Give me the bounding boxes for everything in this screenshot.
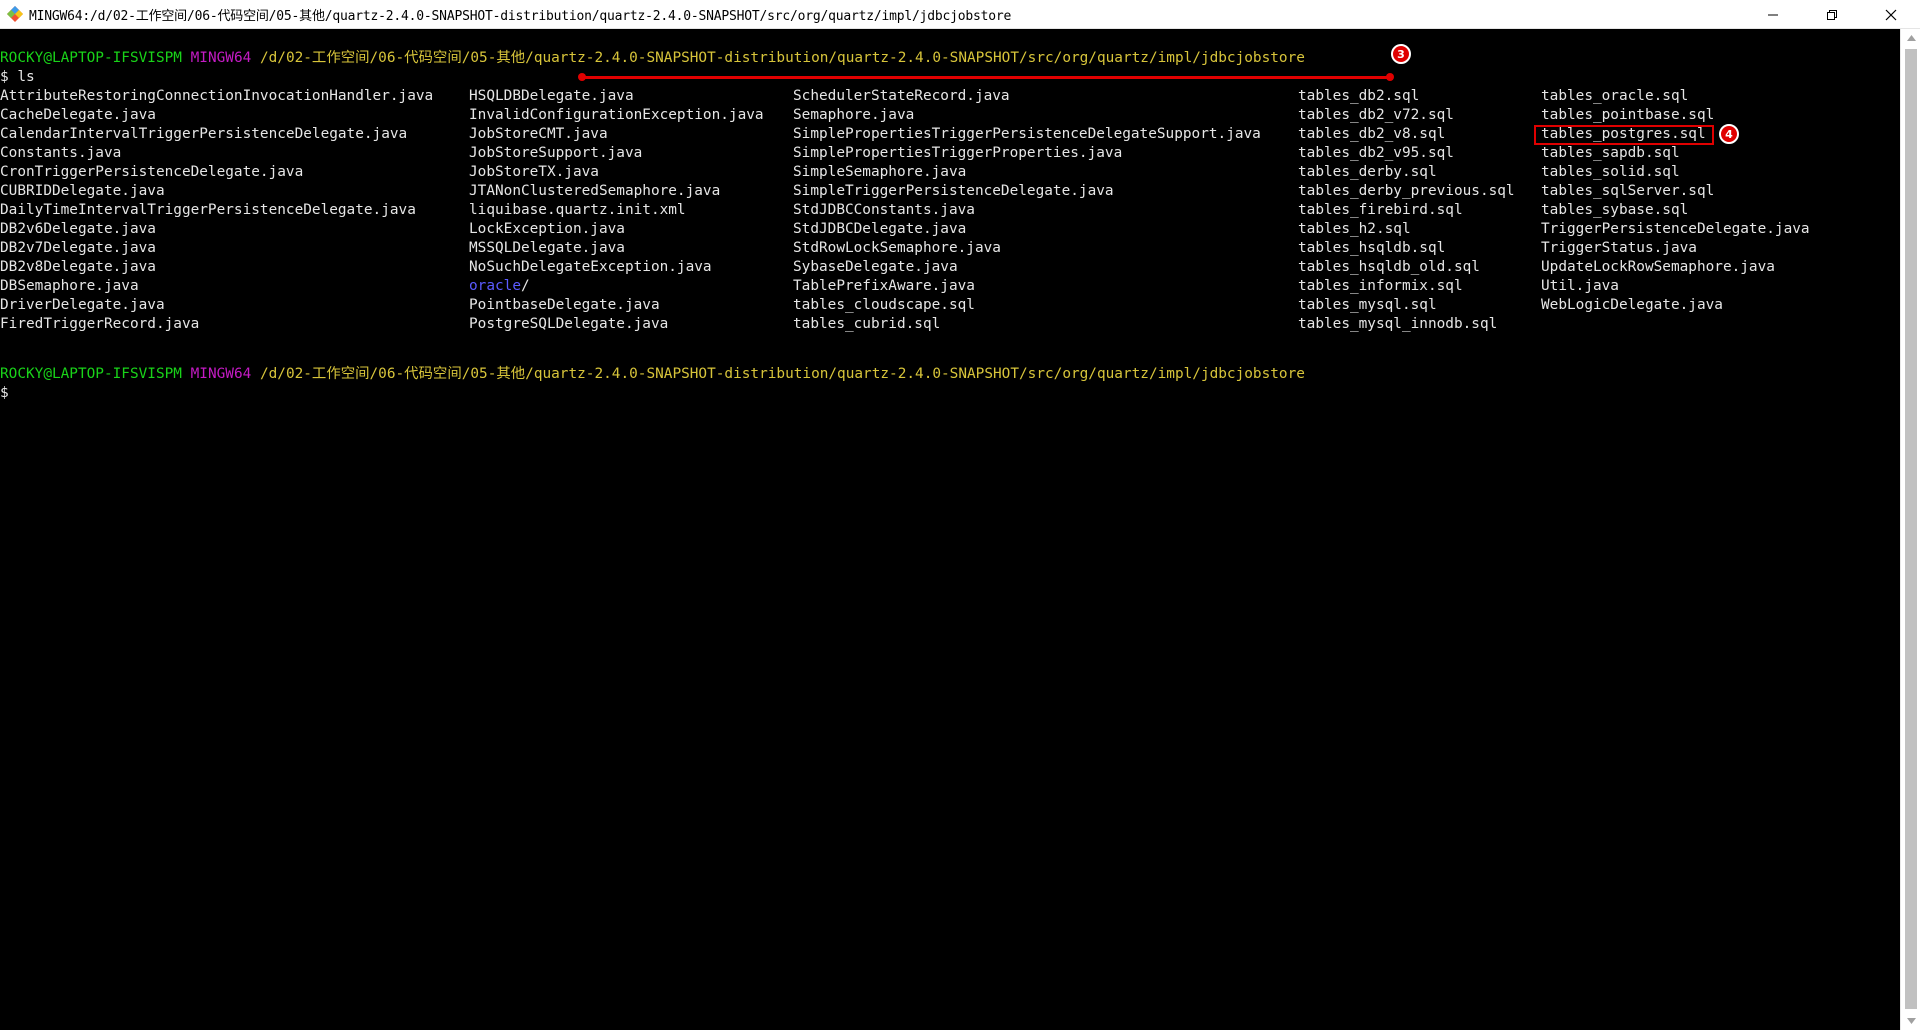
ls-file-entry: liquibase.quartz.init.xml [469,202,686,218]
ls-file-entry: tables_hsqldb_old.sql [1298,259,1480,275]
ls-file-entry: tables_derby_previous.sql [1298,183,1515,199]
prompt-path: /d/02-工作空间/06-代码空间/05-其他/quartz-2.4.0-SN… [259,366,1305,382]
minimize-button[interactable] [1743,0,1802,29]
ls-file-entry: tables_firebird.sql [1298,202,1463,218]
cursor-line[interactable]: $ [0,384,1900,403]
ls-file-entry: NoSuchDelegateException.java [469,259,712,275]
ls-file-entry: HSQLDBDelegate.java [469,88,634,104]
ls-file-entry: tables_h2.sql [1298,221,1411,237]
restore-icon [1826,9,1837,20]
ls-directory-entry: oracle/ [469,278,530,294]
ls-file-entry: JobStoreTX.java [469,164,599,180]
ls-file-entry: tables_pointbase.sql [1541,107,1715,123]
prompt-line-1: ROCKY@LAPTOP-IFSVISPM MINGW64 /d/02-工作空间… [0,49,1900,68]
ls-file-entry: PostgreSQLDelegate.java [469,316,669,332]
annotation-badge-4: 4 [1719,124,1739,144]
ls-file-entry: StdJDBCConstants.java [793,202,975,218]
ls-column-1: AttributeRestoringConnectionInvocationHa… [0,87,433,334]
ls-file-entry: TriggerStatus.java [1541,240,1697,256]
terminal-area[interactable]: ROCKY@LAPTOP-IFSVISPM MINGW64 /d/02-工作空间… [0,29,1900,1030]
ls-file-entry: SimpleTriggerPersistenceDelegate.java [793,183,1114,199]
ls-file-entry: CronTriggerPersistenceDelegate.java [0,164,304,180]
ls-column-3: SchedulerStateRecord.java Semaphore.java S… [793,87,1261,334]
ls-file-entry: tables_informix.sql [1298,278,1463,294]
prompt-shell: MINGW64 [190,366,252,382]
ls-file-entry: Constants.java [0,145,122,161]
ls-file-entry: InvalidConfigurationException.java [469,107,764,123]
ls-column-2: HSQLDBDelegate.java InvalidConfigurationE… [469,87,764,334]
prompt-user: ROCKY@LAPTOP-IFSVISPM [0,366,182,382]
ls-file-entry: tables_sapdb.sql [1541,145,1680,161]
path-underline-annotation [582,76,1391,79]
ls-file-entry: DB2v7Delegate.java [0,240,156,256]
path-underline-start-dot [578,73,586,81]
ls-file-entry: TablePrefixAware.java [793,278,975,294]
prompt-user: ROCKY@LAPTOP-IFSVISPM [0,50,182,66]
ls-file-entry: SimplePropertiesTriggerPersistenceDelega… [793,126,1261,142]
prompt-path-rest: /quartz-2.4.0-SNAPSHOT-distribution/quar… [525,50,1305,66]
vertical-scrollbar[interactable] [1900,29,1920,1030]
git-bash-app-icon[interactable] [0,0,29,29]
ls-file-entry: DailyTimeIntervalTriggerPersistenceDeleg… [0,202,416,218]
file-highlight-box [1534,125,1714,145]
close-icon [1885,9,1896,20]
prompt-line-2: ROCKY@LAPTOP-IFSVISPM MINGW64 /d/02-工作空间… [0,365,1900,384]
ls-file-entry: LockException.java [469,221,625,237]
ls-file-entry: WebLogicDelegate.java [1541,297,1723,313]
minimize-icon [1767,14,1778,15]
ls-file-entry: tables_hsqldb.sql [1298,240,1446,256]
scrollbar-thumb[interactable] [1905,49,1917,1009]
path-underline-end-dot [1386,73,1394,81]
ls-file-entry: tables_cloudscape.sql [793,297,975,313]
window-controls [1743,0,1920,29]
ls-column-4: tables_db2.sql tables_db2_v72.sql tables_d… [1298,87,1515,334]
scroll-down-arrow-icon[interactable] [1901,1012,1920,1030]
ls-file-entry: PointbaseDelegate.java [469,297,660,313]
annotation-badge-3: 3 [1391,44,1411,64]
ls-file-entry: SybaseDelegate.java [793,259,958,275]
ls-file-entry: tables_db2.sql [1298,88,1420,104]
close-button[interactable] [1861,0,1920,29]
ls-file-entry: tables_db2_v95.sql [1298,145,1454,161]
ls-file-entry: tables_mysql_innodb.sql [1298,316,1498,332]
ls-file-entry: DB2v8Delegate.java [0,259,156,275]
ls-file-entry: tables_mysql.sql [1298,297,1437,313]
ls-file-entry: AttributeRestoringConnectionInvocationHa… [0,88,434,104]
ls-file-entry: Util.java [1541,278,1619,294]
scroll-up-arrow-icon[interactable] [1901,29,1920,47]
ls-file-entry: DB2v6Delegate.java [0,221,156,237]
ls-file-entry: DriverDelegate.java [0,297,165,313]
ls-file-entry: FiredTriggerRecord.java [0,316,200,332]
ls-file-entry: tables_solid.sql [1541,164,1680,180]
ls-file-entry: tables_oracle.sql [1541,88,1689,104]
ls-file-entry: tables_cubrid.sql [793,316,941,332]
ls-file-entry: tables_derby.sql [1298,164,1437,180]
ls-file-entry: JobStoreSupport.java [469,145,643,161]
ls-file-entry: tables_sybase.sql [1541,202,1689,218]
ls-file-entry: CUBRIDDelegate.java [0,183,165,199]
ls-column-5: tables_oracle.sql tables_pointbase.sqltab… [1541,87,1810,315]
ls-file-entry: Semaphore.java [793,107,915,123]
ls-file-entry: SimpleSemaphore.java [793,164,967,180]
ls-file-entry: tables_db2_v72.sql [1298,107,1454,123]
ls-file-entry: JobStoreCMT.java [469,126,608,142]
window-title: MINGW64:/d/02-工作空间/06-代码空间/05-其他/quartz-… [29,8,1012,24]
ls-file-entry: JTANonClusteredSemaphore.java [469,183,721,199]
ls-file-entry: SimplePropertiesTriggerProperties.java [793,145,1123,161]
ls-file-entry: StdJDBCDelegate.java [793,221,967,237]
ls-file-entry: MSSQLDelegate.java [469,240,625,256]
prompt-shell: MINGW64 [190,50,252,66]
restore-button[interactable] [1802,0,1861,29]
ls-file-entry: CacheDelegate.java [0,107,156,123]
ls-file-entry: CalendarIntervalTriggerPersistenceDelega… [0,126,408,142]
prompt-path-prefix: /d/02-工作空间/06-代码空间/05-其他 [259,50,526,66]
ls-file-entry: DBSemaphore.java [0,278,139,294]
title-bar: MINGW64:/d/02-工作空间/06-代码空间/05-其他/quartz-… [0,0,1920,29]
ls-file-entry: SchedulerStateRecord.java [793,88,1010,104]
ls-file-entry: StdRowLockSemaphore.java [793,240,1001,256]
ls-file-entry: UpdateLockRowSemaphore.java [1541,259,1775,275]
ls-file-entry: TriggerPersistenceDelegate.java [1541,221,1810,237]
ls-file-entry: tables_db2_v8.sql [1298,126,1446,142]
ls-file-entry: tables_sqlServer.sql [1541,183,1715,199]
